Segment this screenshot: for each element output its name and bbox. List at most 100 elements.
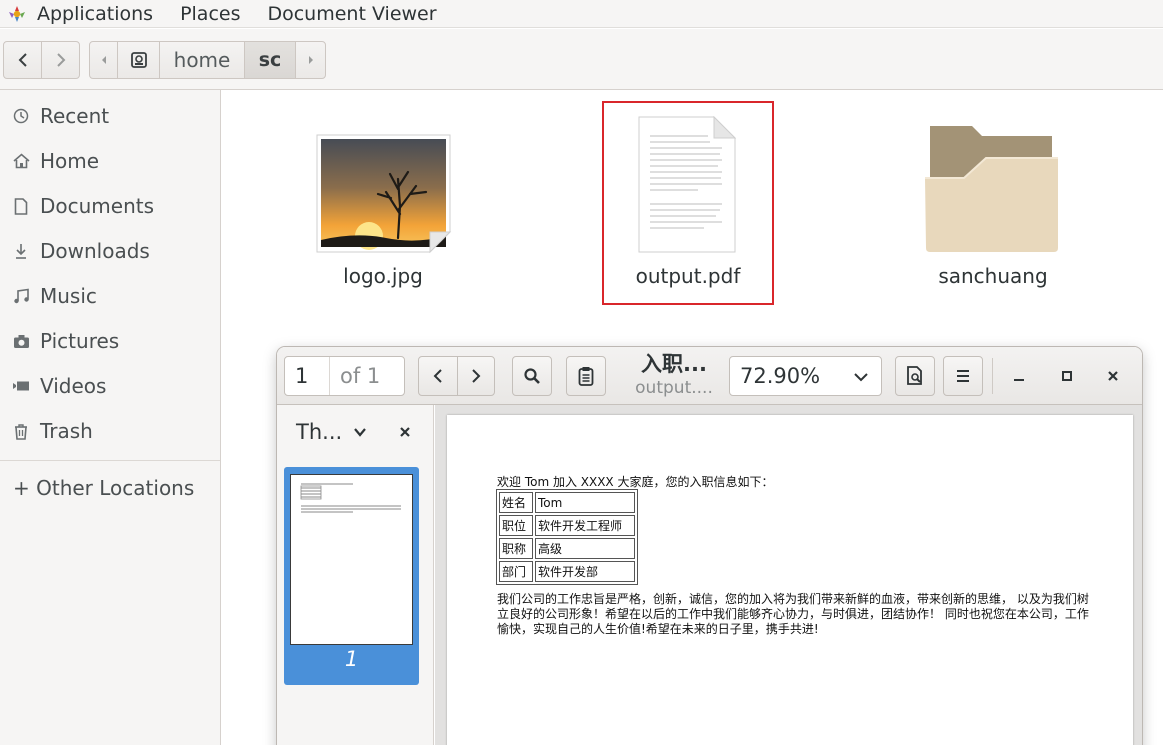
document-filename: output.... — [635, 378, 713, 398]
path-sc-button[interactable]: sc — [244, 41, 296, 79]
active-app-menu[interactable]: Document Viewer — [267, 3, 436, 25]
sidebar-item-trash[interactable]: Trash — [0, 411, 220, 451]
viewer-headerbar: 1 of 1 入职... output.... 72.90% — [277, 347, 1142, 405]
hamburger-menu-icon — [957, 370, 969, 382]
document-icon — [11, 197, 31, 215]
triangle-left-icon — [101, 56, 106, 64]
forward-button[interactable] — [41, 41, 80, 79]
applications-menu[interactable]: Applications — [6, 3, 180, 25]
table-key: 部门 — [499, 561, 533, 582]
thumbnail-content — [300, 483, 401, 513]
chevron-down-icon — [854, 373, 868, 382]
table-row: 职位 软件开发工程师 — [499, 515, 635, 536]
download-icon — [11, 243, 31, 260]
back-button[interactable] — [3, 41, 42, 79]
search-button[interactable] — [512, 356, 552, 396]
sidebar-item-label: + Other Locations — [13, 476, 195, 500]
table-row: 职称 高级 — [499, 538, 635, 559]
chevron-left-icon — [433, 369, 442, 383]
annotations-button[interactable] — [566, 356, 606, 396]
table-row: 部门 软件开发部 — [499, 561, 635, 582]
zoom-value: 72.90% — [740, 364, 821, 388]
file-name: sanchuang — [938, 264, 1048, 288]
table-value: 软件开发部 — [535, 561, 635, 582]
chevron-down-icon[interactable] — [353, 425, 367, 439]
trash-icon — [11, 423, 31, 440]
chevron-left-icon — [18, 53, 27, 67]
path-scroll-left-button[interactable] — [89, 41, 118, 79]
next-page-button[interactable] — [457, 356, 495, 396]
triangle-right-icon — [308, 56, 313, 64]
close-button[interactable] — [1101, 364, 1125, 388]
thumbnail-page-preview — [290, 474, 413, 645]
applications-label: Applications — [37, 2, 154, 25]
zoom-select[interactable]: 72.90% — [729, 356, 882, 396]
current-page-field[interactable]: 1 — [285, 357, 330, 395]
welcome-line: 欢迎 Tom 加入 XXXX 大家庭，您的入职信息如下： — [497, 475, 774, 489]
chevron-right-icon — [472, 369, 481, 383]
sidebar-item-label: Pictures — [40, 329, 120, 353]
applications-icon — [9, 5, 25, 22]
file-name: logo.jpg — [343, 264, 423, 288]
sidebar-item-pictures[interactable]: Pictures — [0, 321, 220, 361]
sidebar-item-downloads[interactable]: Downloads — [0, 231, 220, 271]
table-key: 职位 — [499, 515, 533, 536]
document-viewer-window: 1 of 1 入职... output.... 72.90% Th... 1 欢… — [277, 347, 1142, 745]
minimize-icon — [1014, 379, 1024, 381]
close-icon — [1108, 371, 1118, 381]
chevron-right-icon — [56, 53, 65, 67]
sidebar-item-music[interactable]: Music — [0, 276, 220, 316]
table-row: 姓名 Tom — [499, 492, 635, 513]
main-menu-button[interactable] — [943, 356, 983, 396]
sidebar-item-other-locations[interactable]: + Other Locations — [0, 468, 220, 508]
document-page: 欢迎 Tom 加入 XXXX 大家庭，您的入职信息如下： 姓名 Tom 职位 软… — [447, 415, 1133, 745]
table-value: 软件开发工程师 — [535, 515, 635, 536]
camera-icon — [11, 334, 31, 349]
sidebar-item-label: Downloads — [40, 239, 150, 263]
sidebar-item-videos[interactable]: Videos — [0, 366, 220, 406]
previous-page-button[interactable] — [418, 356, 458, 396]
sidebar-item-documents[interactable]: Documents — [0, 186, 220, 226]
drive-icon — [130, 52, 147, 68]
path-scroll-right-button[interactable] — [295, 41, 326, 79]
document-zoom-icon — [907, 366, 922, 385]
places-menu[interactable]: Places — [180, 3, 240, 25]
thumbnail-sidebar: Th... 1 — [277, 405, 434, 745]
places-sidebar: Recent Home Documents Downloads Music Pi… — [0, 90, 221, 745]
sidebar-item-label: Home — [40, 149, 100, 173]
maximize-icon — [1062, 371, 1072, 381]
sidebar-separator — [0, 460, 220, 461]
sidebar-header: Th... — [277, 405, 434, 459]
table-key: 姓名 — [499, 492, 533, 513]
welcome-paragraph: 我们公司的工作忠旨是严格，创新，诚信，您的加入将为我们带来新鲜的血液，带来创新的… — [497, 592, 1089, 636]
close-sidebar-icon[interactable] — [399, 426, 411, 438]
page-thumbnail[interactable]: 1 — [284, 467, 419, 685]
sidebar-item-label: Music — [40, 284, 97, 308]
minimize-button[interactable] — [1007, 364, 1031, 388]
view-mode-button[interactable] — [895, 356, 935, 396]
home-icon — [11, 153, 31, 169]
sidebar-item-home[interactable]: Home — [0, 141, 220, 181]
header-separator — [992, 358, 993, 394]
clipboard-icon — [578, 367, 594, 386]
clock-icon — [11, 108, 31, 124]
selection-highlight — [602, 101, 774, 305]
search-icon — [524, 368, 540, 384]
video-icon — [11, 380, 31, 392]
sidebar-item-recent[interactable]: Recent — [0, 96, 220, 136]
maximize-button[interactable] — [1055, 364, 1079, 388]
top-panel: Applications Places Document Viewer — [0, 0, 1163, 28]
total-pages-label: of 1 — [340, 364, 381, 388]
document-title: 入职... — [641, 352, 707, 376]
document-view[interactable]: 欢迎 Tom 加入 XXXX 大家庭，您的入职信息如下： 姓名 Tom 职位 软… — [435, 405, 1142, 745]
sidebar-item-label: Videos — [40, 374, 107, 398]
employee-info-table: 姓名 Tom 职位 软件开发工程师 职称 高级 部门 软件开发部 — [496, 489, 638, 585]
path-root-button[interactable] — [117, 41, 160, 79]
files-toolbar: home sc — [0, 29, 1163, 90]
window-title-block: 入职... output.... — [619, 351, 729, 399]
sidebar-mode-label[interactable]: Th... — [296, 420, 342, 444]
page-number-entry[interactable]: 1 of 1 — [284, 356, 405, 396]
sidebar-item-label: Trash — [40, 419, 93, 443]
table-key: 职称 — [499, 538, 533, 559]
path-home-button[interactable]: home — [159, 41, 245, 79]
